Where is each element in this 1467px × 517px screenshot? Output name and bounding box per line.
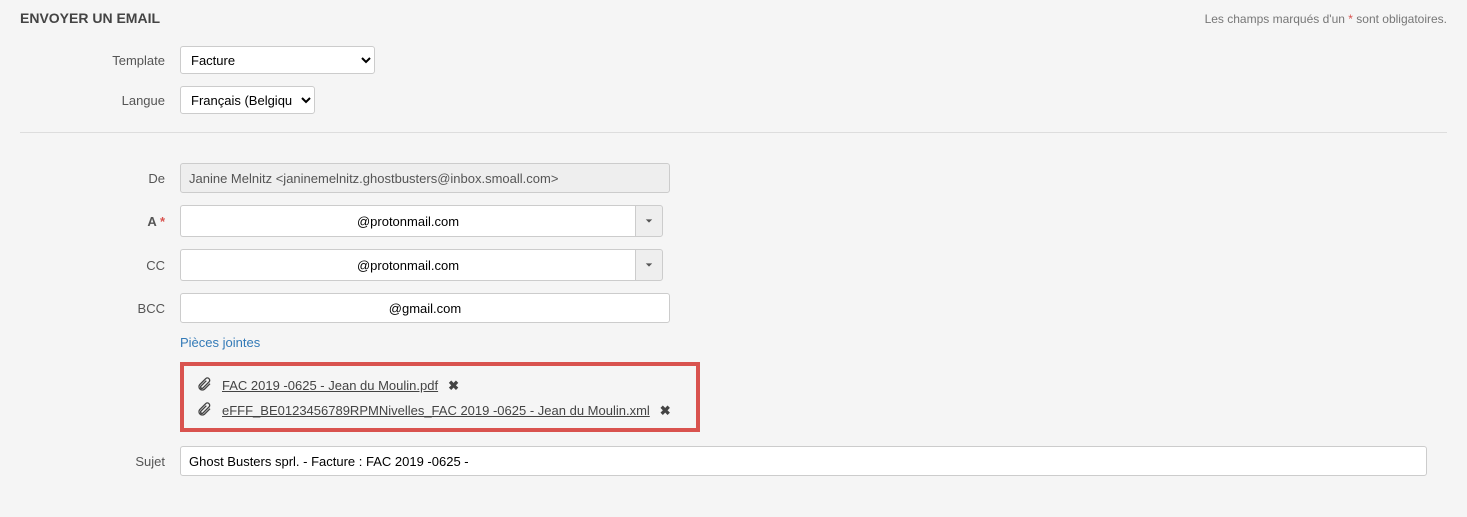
bcc-label: BCC	[20, 301, 180, 316]
bcc-input[interactable]	[180, 293, 670, 323]
caret-down-icon	[645, 261, 653, 269]
cc-dropdown-button[interactable]	[635, 249, 663, 281]
a-label-text: A	[147, 214, 156, 229]
a-label: A *	[20, 214, 180, 229]
a-dropdown-button[interactable]	[635, 205, 663, 237]
de-label: De	[20, 171, 180, 186]
de-input	[180, 163, 670, 193]
paperclip-icon	[196, 401, 212, 420]
required-star-a: *	[160, 214, 165, 229]
cc-input[interactable]	[180, 249, 635, 281]
caret-down-icon	[645, 217, 653, 225]
attachment-remove-button[interactable]: ✖	[448, 378, 459, 394]
sujet-label: Sujet	[20, 454, 180, 469]
attachment-item: FAC 2019 -0625 - Jean du Moulin.pdf ✖	[196, 376, 684, 395]
langue-label: Langue	[20, 93, 180, 108]
attachment-remove-button[interactable]: ✖	[660, 403, 671, 419]
attachment-filename[interactable]: eFFF_BE0123456789RPMNivelles_FAC 2019 -0…	[222, 403, 650, 418]
page-title: ENVOYER UN EMAIL	[20, 10, 160, 26]
template-label: Template	[20, 53, 180, 68]
a-input[interactable]	[180, 205, 635, 237]
required-note-post: sont obligatoires.	[1353, 12, 1447, 26]
sujet-input[interactable]	[180, 446, 1427, 476]
paperclip-icon	[196, 376, 212, 395]
attachments-link[interactable]: Pièces jointes	[180, 335, 260, 350]
attachments-highlight-box: FAC 2019 -0625 - Jean du Moulin.pdf ✖ eF…	[180, 362, 700, 432]
template-select[interactable]: Facture	[180, 46, 375, 74]
section-divider	[20, 132, 1447, 133]
cc-label: CC	[20, 258, 180, 273]
required-note-pre: Les champs marqués d'un	[1205, 12, 1349, 26]
langue-select[interactable]: Français (Belgique)	[180, 86, 315, 114]
attachment-filename[interactable]: FAC 2019 -0625 - Jean du Moulin.pdf	[222, 378, 438, 393]
required-fields-note: Les champs marqués d'un * sont obligatoi…	[1205, 12, 1447, 26]
attachment-item: eFFF_BE0123456789RPMNivelles_FAC 2019 -0…	[196, 401, 684, 420]
